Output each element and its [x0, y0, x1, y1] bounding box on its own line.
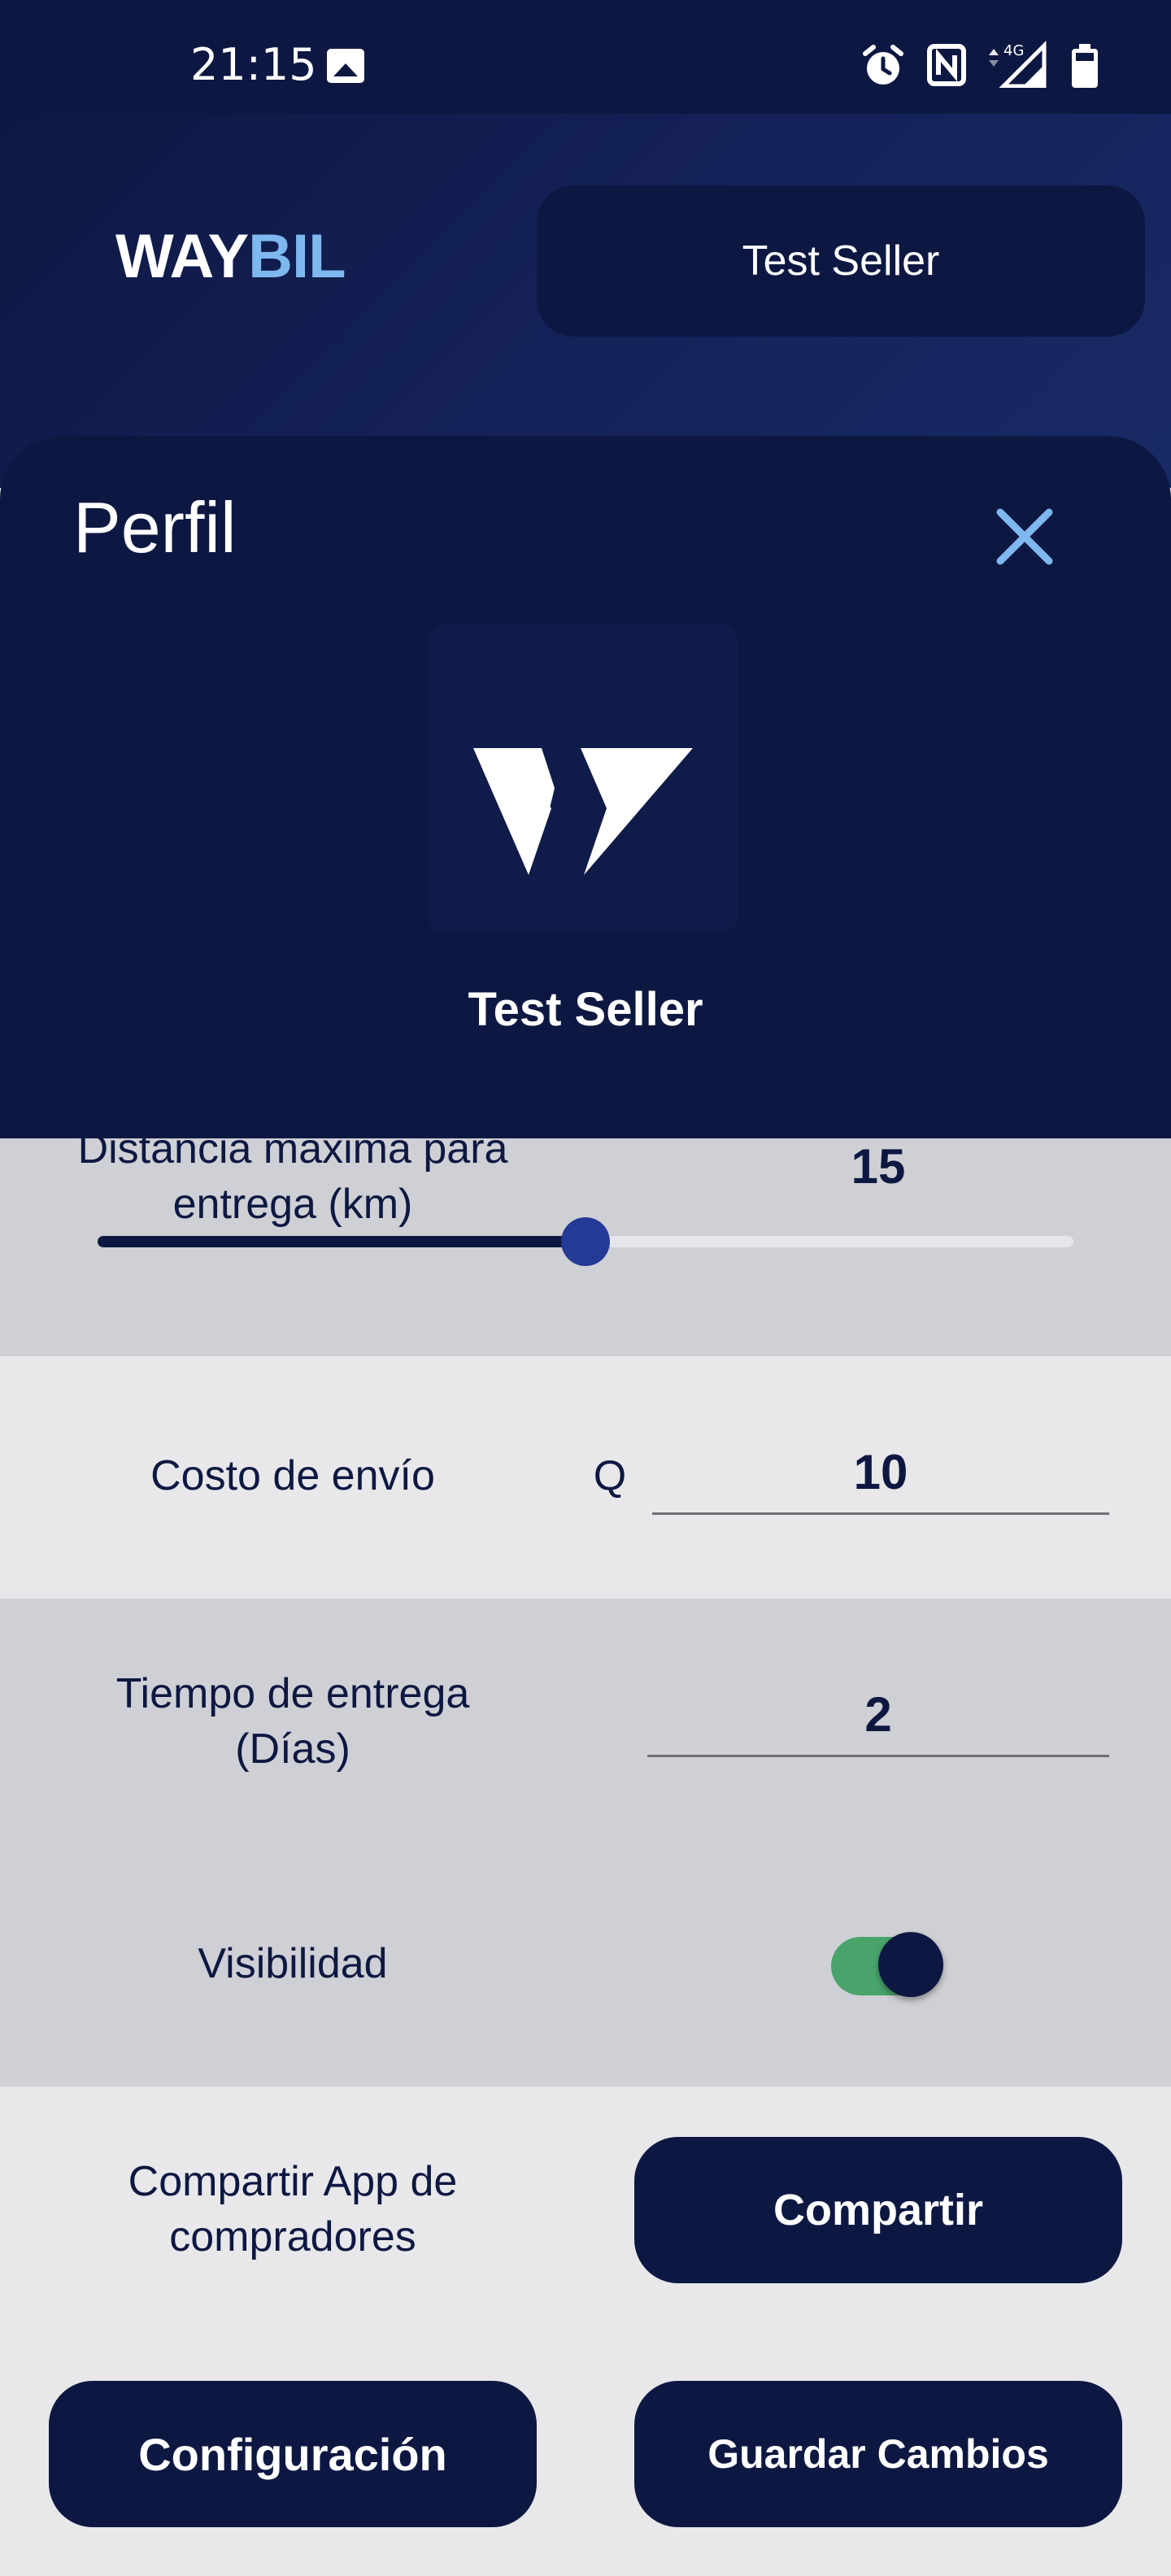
status-time: 21:15	[190, 39, 317, 90]
footer-actions: Configuración Guardar Cambios	[0, 2330, 1171, 2576]
visibility-label: Visibilidad	[198, 1940, 388, 1987]
seller-avatar[interactable]	[428, 623, 738, 933]
nfc-icon	[927, 44, 966, 86]
waybil-logo: WAYBIL	[115, 222, 346, 291]
max-distance-label: Distancia máxima para entrega (km)	[77, 1125, 508, 1228]
image-icon	[327, 49, 364, 83]
waybil-w-logo-icon	[473, 748, 693, 875]
visibility-row: Visibilidad	[0, 1804, 1171, 2086]
seller-name: Test Seller	[468, 983, 703, 1036]
shipping-cost-label: Costo de envío	[150, 1452, 435, 1499]
max-distance-value: 15	[851, 1139, 906, 1194]
close-icon[interactable]	[986, 498, 1064, 576]
share-label: Compartir App de compradores	[128, 2158, 458, 2261]
delivery-time-underline	[647, 1755, 1109, 1757]
shipping-cost-underline	[652, 1512, 1109, 1515]
delivery-time-input[interactable]: 2	[647, 1686, 1109, 1743]
app-header: WAYBIL Test Seller	[0, 114, 1171, 488]
profile-sheet: Perfil Test Seller	[0, 436, 1171, 1138]
shipping-cost-row: Costo de envío Q 10	[0, 1356, 1171, 1599]
profile-title: Perfil	[73, 487, 237, 568]
svg-text:4G: 4G	[1003, 42, 1024, 59]
signal-4g-icon: 4G	[989, 41, 1047, 88]
distance-slider-fill	[98, 1236, 586, 1247]
status-bar: 21:15 4G	[0, 0, 1171, 114]
share-button[interactable]: Compartir	[634, 2137, 1122, 2283]
distance-slider-thumb[interactable]	[561, 1217, 610, 1266]
shipping-cost-input[interactable]: 10	[652, 1444, 1109, 1500]
alarm-icon	[863, 45, 903, 85]
currency-label: Q	[593, 1452, 627, 1499]
seller-profile-button[interactable]: Test Seller	[537, 185, 1145, 337]
battery-icon	[1072, 44, 1098, 88]
delivery-time-label: Tiempo de entrega (Días)	[115, 1670, 470, 1773]
save-changes-button[interactable]: Guardar Cambios	[634, 2381, 1122, 2527]
visibility-toggle-thumb[interactable]	[878, 1932, 943, 1997]
share-row: Compartir App de compradores Compartir	[0, 2086, 1171, 2330]
configuration-button[interactable]: Configuración	[49, 2381, 537, 2527]
